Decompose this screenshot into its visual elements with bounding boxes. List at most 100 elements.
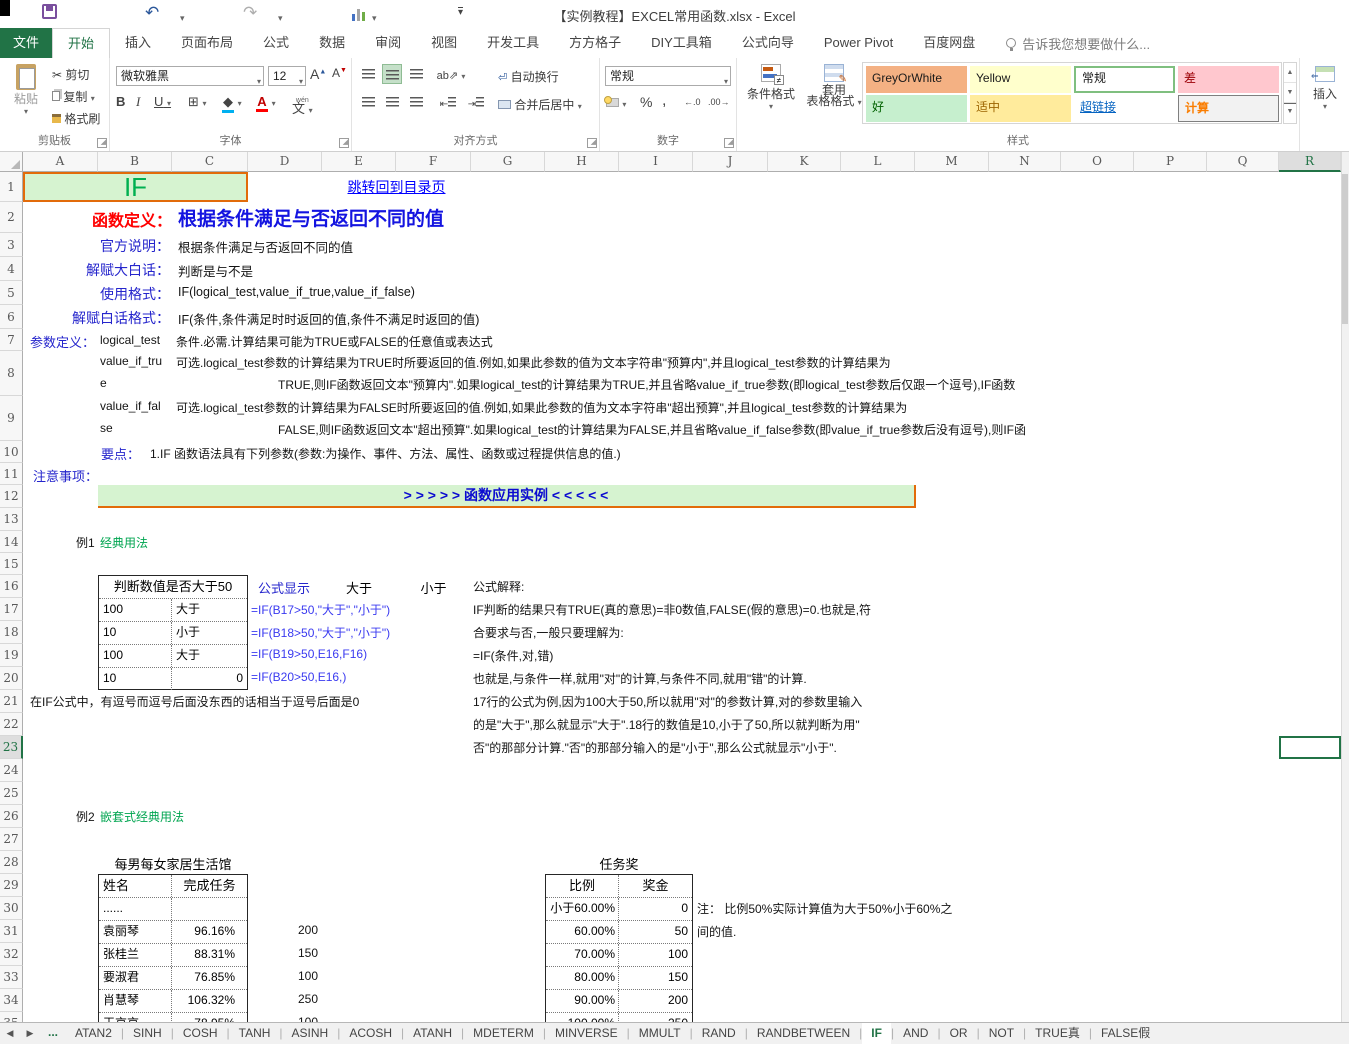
column-header-C[interactable]: C bbox=[172, 152, 248, 172]
row-header-2[interactable]: 2 bbox=[0, 202, 23, 233]
column-header-N[interactable]: N bbox=[989, 152, 1061, 172]
row-header-4[interactable]: 4 bbox=[0, 257, 23, 281]
row-header-3[interactable]: 3 bbox=[0, 233, 23, 257]
increase-decimal-button[interactable]: ←.0 bbox=[684, 97, 701, 107]
font-name-combo[interactable]: 微软雅黑▾ bbox=[116, 66, 264, 86]
align-right-button[interactable] bbox=[406, 92, 426, 112]
left-cell-pct-4[interactable]: 106.32% bbox=[171, 990, 247, 1012]
left-cell-pct-3[interactable]: 76.85% bbox=[171, 967, 247, 989]
row-header-8[interactable]: 8 bbox=[0, 351, 23, 396]
merge-center-button[interactable]: 合并后居中 ▾ bbox=[498, 96, 582, 113]
example1-cell-b18[interactable]: 10 bbox=[99, 622, 171, 644]
sheet-tab-SINH[interactable]: SINH bbox=[124, 1023, 171, 1044]
sheet-nav-right-icon[interactable]: ▶ bbox=[20, 1023, 40, 1044]
row-header-23[interactable]: 23 bbox=[0, 736, 23, 759]
column-header-Q[interactable]: Q bbox=[1207, 152, 1279, 172]
increase-indent-button[interactable]: ⇥ bbox=[464, 92, 488, 112]
example1-table-row-3[interactable]: 100 bbox=[99, 667, 247, 690]
toc-link[interactable]: 跳转回到目录页 bbox=[322, 172, 471, 202]
ribbon-tab-DIY工具箱[interactable]: DIY工具箱 bbox=[636, 28, 727, 58]
paste-dropdown-icon[interactable]: ▾ bbox=[6, 107, 46, 116]
number-dialog-launcher-icon[interactable]: ◢ bbox=[724, 138, 734, 148]
row-header-27[interactable]: 27 bbox=[0, 828, 23, 851]
middle-align-button[interactable] bbox=[382, 64, 402, 84]
right-cell-bonus-1[interactable]: 50 bbox=[618, 921, 692, 943]
right-cell-ratio-5[interactable]: 100.00% bbox=[546, 1013, 618, 1022]
style-常规[interactable]: 常规 bbox=[1074, 66, 1175, 93]
example2-left-row-3[interactable]: 要淑君76.85% bbox=[99, 966, 247, 989]
column-header-H[interactable]: H bbox=[545, 152, 619, 172]
conditional-formatting-button[interactable]: ≠ 条件格式 ▾ bbox=[745, 64, 797, 111]
column-header-E[interactable]: E bbox=[322, 152, 396, 172]
ribbon-tab-开发工具[interactable]: 开发工具 bbox=[472, 28, 554, 58]
underline-button[interactable]: U ▾ bbox=[154, 94, 171, 109]
row-header-17[interactable]: 17 bbox=[0, 598, 23, 621]
ribbon-tab-公式[interactable]: 公式 bbox=[248, 28, 304, 58]
orientation-button[interactable]: ab⇗ ▾ bbox=[436, 64, 466, 84]
sheet-tab-MDETERM[interactable]: MDETERM bbox=[464, 1023, 543, 1044]
bottom-align-button[interactable] bbox=[406, 64, 426, 84]
column-header-J[interactable]: J bbox=[693, 152, 768, 172]
italic-button[interactable]: I bbox=[136, 94, 140, 110]
column-header-A[interactable]: A bbox=[23, 152, 98, 172]
sheet-tab-MINVERSE[interactable]: MINVERSE bbox=[546, 1023, 627, 1044]
example2-left-row-5[interactable]: 王京京78.95% bbox=[99, 1012, 247, 1022]
example1-cell-c20[interactable]: 0 bbox=[171, 668, 247, 690]
sheet-tab-NOT[interactable]: NOT bbox=[980, 1023, 1023, 1044]
example2-left-row-2[interactable]: 张桂兰88.31% bbox=[99, 943, 247, 966]
style-Yellow[interactable]: Yellow bbox=[970, 66, 1071, 93]
borders-button[interactable]: ⊞ ▾ bbox=[188, 94, 207, 110]
row-header-26[interactable]: 26 bbox=[0, 805, 23, 828]
right-cell-ratio-3[interactable]: 80.00% bbox=[546, 967, 618, 989]
left-cell-name-0[interactable]: ...... bbox=[99, 898, 171, 920]
example1-cell-b20[interactable]: 10 bbox=[99, 668, 171, 690]
shrink-font-button[interactable]: A▼ bbox=[332, 66, 347, 80]
sheet-tab-MMULT[interactable]: MMULT bbox=[630, 1023, 690, 1044]
row-header-10[interactable]: 10 bbox=[0, 441, 23, 463]
insert-dropdown-icon[interactable]: ▾ bbox=[1308, 102, 1342, 111]
row-header-28[interactable]: 28 bbox=[0, 851, 23, 874]
sheet-tab-TRUE真[interactable]: TRUE真 bbox=[1026, 1023, 1089, 1044]
cut-button[interactable]: ✂ 剪切 bbox=[52, 66, 89, 83]
left-cell-pct-1[interactable]: 96.16% bbox=[171, 921, 247, 943]
column-header-I[interactable]: I bbox=[619, 152, 693, 172]
left-cell-pct-5[interactable]: 78.95% bbox=[171, 1013, 247, 1022]
sheet-tab-AND[interactable]: AND bbox=[894, 1023, 937, 1044]
example1-cell-b17[interactable]: 100 bbox=[99, 599, 171, 621]
row-header-35[interactable]: 35 bbox=[0, 1012, 23, 1022]
ribbon-tab-百度网盘[interactable]: 百度网盘 bbox=[908, 28, 990, 58]
column-header-R[interactable]: R bbox=[1279, 152, 1341, 172]
format-painter-button[interactable]: 格式刷 bbox=[52, 110, 100, 127]
row-header-25[interactable]: 25 bbox=[0, 782, 23, 805]
clipboard-dialog-launcher-icon[interactable]: ◢ bbox=[97, 138, 107, 148]
tab-file[interactable]: 文件 bbox=[0, 28, 52, 58]
sheet-tab-COSH[interactable]: COSH bbox=[174, 1023, 227, 1044]
row-header-29[interactable]: 29 bbox=[0, 874, 23, 897]
ribbon-tab-开始[interactable]: 开始 bbox=[52, 28, 110, 58]
sheet-tab-RAND[interactable]: RAND bbox=[693, 1023, 745, 1044]
column-header-K[interactable]: K bbox=[768, 152, 841, 172]
right-cell-ratio-2[interactable]: 70.00% bbox=[546, 944, 618, 966]
cell-a1-function-name[interactable]: IF bbox=[23, 172, 248, 202]
example2-right-row-0[interactable]: 小于60.00%0 bbox=[546, 897, 692, 920]
row-header-9[interactable]: 9 bbox=[0, 396, 23, 441]
row-header-34[interactable]: 34 bbox=[0, 989, 23, 1012]
sheet-tab-ATANH[interactable]: ATANH bbox=[404, 1023, 461, 1044]
decrease-decimal-button[interactable]: .00→ bbox=[708, 97, 730, 107]
ribbon-tab-页面布局[interactable]: 页面布局 bbox=[166, 28, 248, 58]
example2-right-row-3[interactable]: 80.00%150 bbox=[546, 966, 692, 989]
phonetic-button[interactable]: wén文 ▾ bbox=[292, 94, 313, 115]
row-header-5[interactable]: 5 bbox=[0, 281, 23, 305]
select-all-corner[interactable] bbox=[0, 152, 23, 172]
sheet-tab-ATAN2[interactable]: ATAN2 bbox=[66, 1023, 121, 1044]
gallery-scroll-down-icon[interactable]: ▼ bbox=[1284, 83, 1296, 103]
example2-right-row-4[interactable]: 90.00%200 bbox=[546, 989, 692, 1012]
font-color-button[interactable]: A ▾ bbox=[256, 94, 276, 112]
wrap-text-button[interactable]: ⏎ 自动换行 bbox=[498, 68, 559, 85]
format-as-table-button[interactable]: ✎ 套用表格格式 ▾ bbox=[805, 64, 863, 108]
accounting-format-button[interactable]: ▾ bbox=[606, 96, 626, 110]
left-cell-pct-0[interactable] bbox=[171, 898, 247, 920]
right-cell-bonus-2[interactable]: 100 bbox=[618, 944, 692, 966]
row-header-19[interactable]: 19 bbox=[0, 644, 23, 667]
example1-table-row-2[interactable]: 100大于 bbox=[99, 644, 247, 667]
